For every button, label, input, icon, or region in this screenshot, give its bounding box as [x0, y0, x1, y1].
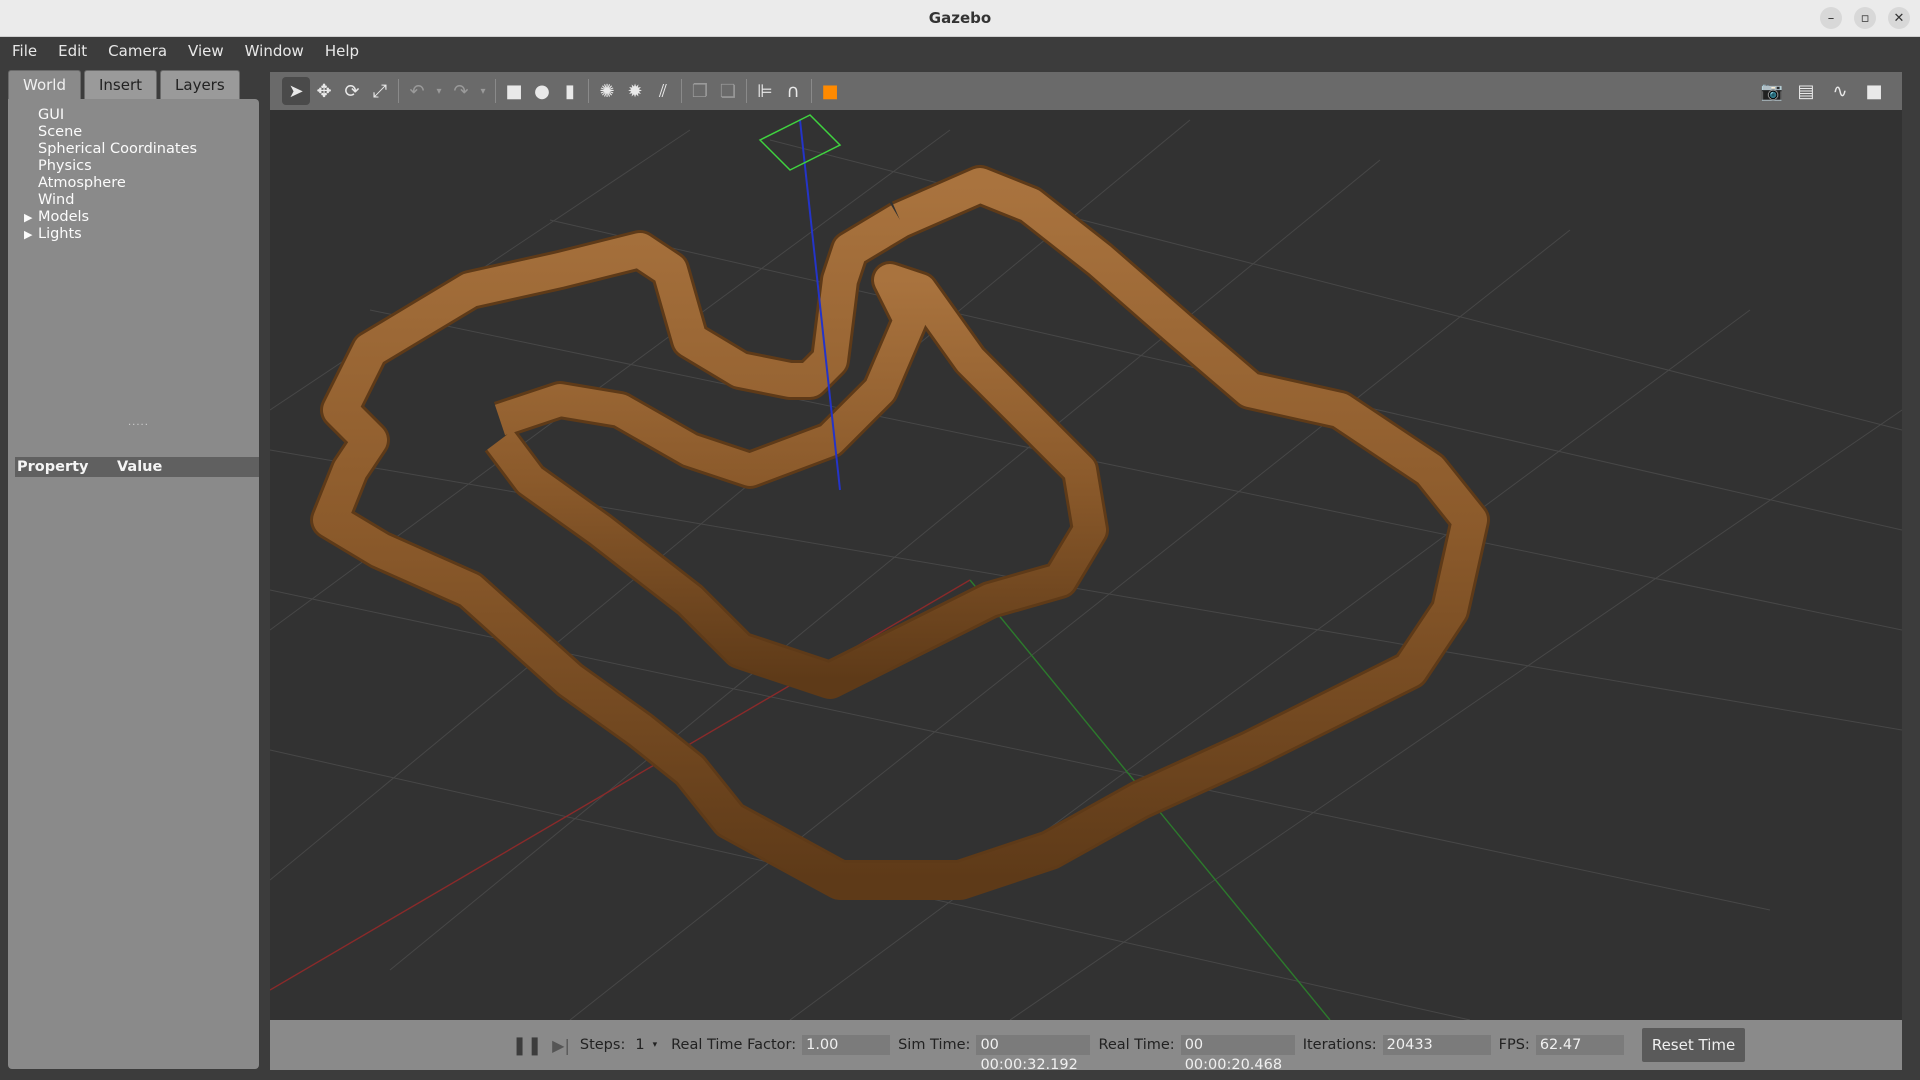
splitter-handle[interactable]: ..... — [128, 417, 149, 428]
tab-layers[interactable]: Layers — [160, 70, 240, 99]
maze-walls[interactable] — [310, 165, 1490, 900]
property-column-header: Property — [17, 459, 89, 475]
snap-icon[interactable]: ∩ — [779, 77, 807, 105]
iterations-value: 20433 — [1382, 1035, 1491, 1055]
undo-icon[interactable]: ↶ — [403, 77, 431, 105]
sphere-icon[interactable]: ● — [528, 77, 556, 105]
toolbar: ➤ ✥ ⟳ ⤢ ↶ ▾ ↷ ▾ ■ ● ▮ ✺ ✹ ⫽ ❐ ❏ ⊫ ∩ ■ 📷 … — [270, 72, 1902, 110]
close-icon[interactable]: ✕ — [1888, 7, 1910, 29]
property-header: Property Value — [15, 457, 259, 477]
scale-icon[interactable]: ⤢ — [366, 77, 394, 105]
steps-label: Steps: — [579, 1037, 626, 1053]
undo-dropdown-icon[interactable]: ▾ — [431, 77, 447, 105]
tree-item-gui[interactable]: GUI — [22, 107, 197, 124]
translate-icon[interactable]: ✥ — [310, 77, 338, 105]
status-bar: ❚❚ ▶| Steps: 1 ▾ Real Time Factor: 1.00 … — [270, 1020, 1902, 1073]
tab-insert[interactable]: Insert — [84, 70, 158, 99]
steps-dropdown-icon[interactable]: ▾ — [653, 1040, 658, 1050]
copy-icon[interactable]: ❐ — [686, 77, 714, 105]
tree-item-models[interactable]: ▶ Models — [22, 209, 197, 226]
menu-help[interactable]: Help — [313, 42, 368, 60]
real-time-label: Real Time: — [1098, 1037, 1175, 1053]
scene-canvas[interactable] — [270, 110, 1902, 1020]
iterations-label: Iterations: — [1302, 1037, 1377, 1053]
plot-icon[interactable]: ∿ — [1826, 77, 1854, 105]
left-panel: World Insert Layers GUI Scene Spherical … — [8, 70, 260, 1070]
sim-time-label: Sim Time: — [898, 1037, 971, 1053]
tree-item-atmosphere[interactable]: Atmosphere — [22, 175, 197, 192]
fps-label: FPS: — [1498, 1037, 1530, 1053]
expand-arrow-icon[interactable]: ▶ — [24, 226, 32, 243]
value-column-header: Value — [117, 459, 163, 475]
step-icon[interactable]: ▶| — [552, 1036, 570, 1055]
menu-camera[interactable]: Camera — [96, 42, 176, 60]
rtf-value: 1.00 — [802, 1035, 891, 1055]
reset-time-button[interactable]: Reset Time — [1641, 1028, 1746, 1062]
directional-light-icon[interactable]: ⫽ — [649, 77, 677, 105]
align-icon[interactable]: ⊫ — [751, 77, 779, 105]
real-time-value: 00 00:00:20.468 — [1180, 1035, 1295, 1073]
menu-view[interactable]: View — [176, 42, 233, 60]
tree-item-scene[interactable]: Scene — [22, 124, 197, 141]
video-record-icon[interactable]: ■ — [1860, 77, 1888, 105]
steps-value[interactable]: 1 — [635, 1037, 644, 1053]
sim-time-value: 00 00:00:32.192 — [976, 1035, 1091, 1073]
maximize-icon[interactable]: ▫ — [1854, 7, 1876, 29]
viewport-frame: ➤ ✥ ⟳ ⤢ ↶ ▾ ↷ ▾ ■ ● ▮ ✺ ✹ ⫽ ❐ ❏ ⊫ ∩ ■ 📷 … — [270, 72, 1902, 1073]
tree-item-wind[interactable]: Wind — [22, 192, 197, 209]
box-icon[interactable]: ■ — [500, 77, 528, 105]
tree-item-physics[interactable]: Physics — [22, 158, 197, 175]
redo-icon[interactable]: ↷ — [447, 77, 475, 105]
paste-icon[interactable]: ❏ — [714, 77, 742, 105]
select-arrow-icon[interactable]: ➤ — [282, 77, 310, 105]
change-view-icon[interactable]: ■ — [816, 77, 844, 105]
rtf-label: Real Time Factor: — [671, 1037, 797, 1053]
tab-world[interactable]: World — [8, 70, 81, 99]
screenshot-icon[interactable]: 📷 — [1758, 77, 1786, 105]
minimize-icon[interactable]: – — [1820, 7, 1842, 29]
cylinder-icon[interactable]: ▮ — [556, 77, 584, 105]
rotate-icon[interactable]: ⟳ — [338, 77, 366, 105]
expand-arrow-icon[interactable]: ▶ — [24, 209, 32, 226]
spot-light-icon[interactable]: ✹ — [621, 77, 649, 105]
tree-item-lights[interactable]: ▶ Lights — [22, 226, 197, 243]
log-icon[interactable]: ▤ — [1792, 77, 1820, 105]
fps-value: 62.47 — [1535, 1035, 1624, 1055]
menu-bar: File Edit Camera View Window Help — [0, 37, 1920, 64]
world-tree: GUI Scene Spherical Coordinates Physics … — [22, 107, 197, 243]
window-title: Gazebo — [928, 9, 992, 27]
tree-item-spherical-coordinates[interactable]: Spherical Coordinates — [22, 141, 197, 158]
menu-edit[interactable]: Edit — [46, 42, 96, 60]
window-titlebar: Gazebo – ▫ ✕ — [0, 0, 1920, 37]
world-panel: GUI Scene Spherical Coordinates Physics … — [8, 99, 259, 1069]
menu-window[interactable]: Window — [233, 42, 313, 60]
menu-file[interactable]: File — [0, 42, 46, 60]
pause-icon[interactable]: ❚❚ — [512, 1035, 542, 1056]
3d-scene-view[interactable] — [270, 110, 1902, 1020]
redo-dropdown-icon[interactable]: ▾ — [475, 77, 491, 105]
point-light-icon[interactable]: ✺ — [593, 77, 621, 105]
